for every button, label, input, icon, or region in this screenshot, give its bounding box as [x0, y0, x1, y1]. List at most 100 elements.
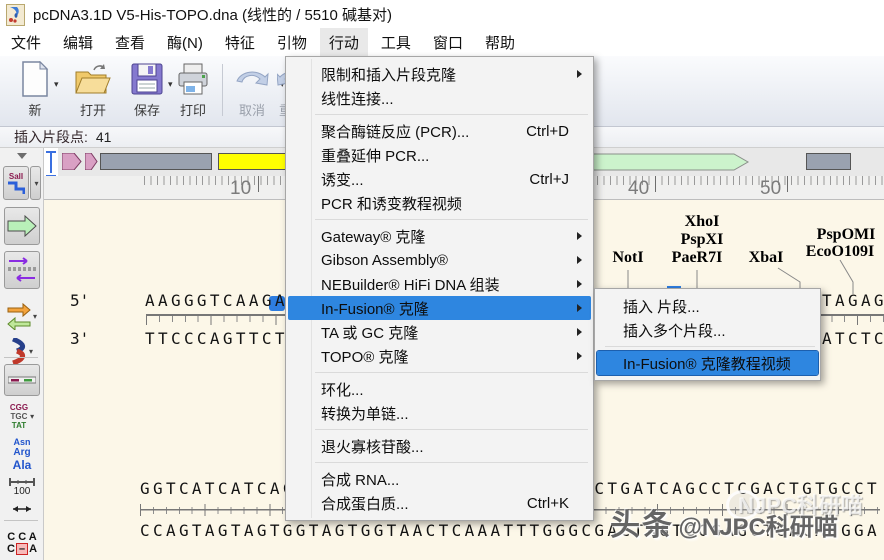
- menu-item-pcr-tutorial-videos[interactable]: PCR 和诱变教程视频: [288, 191, 591, 215]
- menu-item-circularize[interactable]: 环化...: [288, 377, 591, 401]
- menu-primers[interactable]: 引物: [268, 28, 316, 57]
- codon-line-2: TGC: [10, 412, 28, 421]
- translation-tool-button[interactable]: ▾: [0, 298, 44, 334]
- ruler-label-10: 10: [230, 178, 251, 200]
- features-tool-button[interactable]: [0, 206, 44, 246]
- menu-separator: [315, 114, 588, 115]
- menu-help[interactable]: 帮助: [476, 28, 524, 57]
- menu-features[interactable]: 特征: [216, 28, 264, 57]
- menu-item-linear-ligation[interactable]: 线性连接...: [288, 86, 591, 110]
- primers-tool-button[interactable]: [0, 250, 44, 290]
- mismatch-box: –: [16, 543, 28, 555]
- menu-edit[interactable]: 编辑: [54, 28, 102, 57]
- menu-item-mutagenesis[interactable]: 诱变... Ctrl+J: [288, 167, 591, 191]
- menu-item-label: TA 或 GC 克隆: [321, 322, 418, 343]
- menu-item-label: 插入多个片段...: [623, 320, 726, 341]
- primers-icon: [7, 257, 37, 283]
- undo-arrow-icon: [233, 59, 271, 99]
- top-strand-left[interactable]: AAGGGTCAAGA: [145, 291, 288, 310]
- menu-item-synthesize-protein[interactable]: 合成蛋白质... Ctrl+K: [288, 491, 591, 515]
- feature-pink-arrow-1[interactable]: [62, 153, 82, 170]
- save-floppy-icon: [130, 59, 164, 99]
- menu-tools[interactable]: 工具: [372, 28, 420, 57]
- submenu-item-insert-multiple-fragments[interactable]: 插入多个片段...: [597, 318, 818, 342]
- feature-gray-box-1[interactable]: [100, 153, 212, 170]
- save-button[interactable]: ▾ 保存: [122, 59, 172, 123]
- print-icon: [176, 59, 210, 99]
- collapse-toolbar-button[interactable]: [0, 150, 44, 162]
- feature-pink-arrow-2[interactable]: [85, 153, 98, 170]
- menu-item-shortcut: Ctrl+J: [529, 171, 569, 188]
- menu-file[interactable]: 文件: [2, 28, 50, 57]
- translation-caret-icon[interactable]: ▾: [33, 312, 37, 321]
- ruler-major-tick-40: [655, 176, 656, 192]
- new-document-icon: [20, 59, 50, 99]
- menu-item-gibson-assembly[interactable]: Gibson Assembly®: [288, 248, 591, 272]
- alignment-tool-button[interactable]: [0, 362, 44, 398]
- mismatch-tool-button[interactable]: C C A C – A: [0, 526, 44, 560]
- open-folder-icon: [74, 59, 112, 99]
- menu-item-synthesize-rna[interactable]: 合成 RNA...: [288, 467, 591, 491]
- submenu-arrow-icon: [577, 328, 582, 336]
- menu-item-topo-cloning[interactable]: TOPO® 克隆: [288, 344, 591, 368]
- submenu-item-infusion-tutorial-video[interactable]: In-Fusion® 克隆教程视频: [597, 351, 818, 375]
- orf-tool-button[interactable]: ▾: [0, 338, 44, 364]
- bottom-strand-right[interactable]: ATCTC: [822, 329, 884, 348]
- submenu-arrow-icon: [577, 70, 582, 78]
- menu-item-infusion-cloning[interactable]: In-Fusion® 克隆: [288, 296, 591, 320]
- menu-separator: [315, 219, 588, 220]
- aa-line-2: Arg: [13, 447, 32, 458]
- menu-item-overlap-extension-pcr[interactable]: 重叠延伸 PCR...: [288, 143, 591, 167]
- menu-separator: [605, 346, 815, 347]
- undo-button-label: 取消: [239, 100, 265, 119]
- orf-caret-icon[interactable]: ▾: [29, 347, 33, 356]
- mismatch-left: C: [7, 543, 15, 555]
- menu-item-label: In-Fusion® 克隆教程视频: [623, 353, 791, 374]
- menu-enzymes[interactable]: 酶(N): [158, 28, 212, 57]
- enzyme-tool-button[interactable]: SalI ▾: [0, 164, 44, 202]
- menu-bar: 文件 编辑 查看 酶(N) 特征 引物 行动 工具 窗口 帮助: [0, 28, 884, 56]
- ruler-label-50: 50: [760, 178, 781, 200]
- ruler-major-tick-10: [258, 176, 259, 192]
- open-button[interactable]: ▾ 打开: [66, 59, 120, 123]
- submenu-arrow-icon: [577, 280, 582, 288]
- menu-item-nebuilder[interactable]: NEBuilder® HiFi DNA 组装: [288, 272, 591, 296]
- actions-dropdown-menu: 限制和插入片段克隆 线性连接... 聚合酶链反应 (PCR)... Ctrl+D…: [285, 56, 594, 521]
- menu-item-gateway-cloning[interactable]: Gateway® 克隆: [288, 224, 591, 248]
- menu-separator: [315, 372, 588, 373]
- ruler-icon: [9, 478, 35, 486]
- insertion-point-value: 41: [96, 129, 112, 145]
- menu-actions[interactable]: 行动: [320, 28, 368, 57]
- menu-separator: [315, 429, 588, 430]
- three-prime-label: 3': [70, 329, 89, 348]
- ruler-tool-button[interactable]: 100: [0, 474, 44, 500]
- print-button-label: 打印: [180, 100, 206, 119]
- enzyme-tool-caret[interactable]: ▾: [30, 166, 41, 200]
- menu-item-anneal-oligos[interactable]: 退火寡核苷酸...: [288, 434, 591, 458]
- menu-item-ta-gc-cloning[interactable]: TA 或 GC 克隆: [288, 320, 591, 344]
- new-dropdown-caret-icon[interactable]: ▾: [54, 79, 59, 90]
- menu-item-restriction-cloning[interactable]: 限制和插入片段克隆: [288, 62, 591, 86]
- lower-bottom-strand[interactable]: CCAGTAGTAGTGGTAGTGGTAACTCAAATTTGGGCGACTA…: [140, 521, 880, 540]
- orf-curve-icon: [11, 338, 27, 364]
- menu-item-label: 插入 片段...: [623, 296, 700, 317]
- menu-view[interactable]: 查看: [106, 28, 154, 57]
- amino-acids-tool-button[interactable]: Asn Arg Ala: [0, 436, 44, 472]
- new-button[interactable]: ▾ 新: [10, 59, 60, 123]
- menu-item-pcr[interactable]: 聚合酶链反应 (PCR)... Ctrl+D: [288, 119, 591, 143]
- codon-line-3: TAT: [10, 421, 28, 430]
- five-prime-label: 5': [70, 291, 89, 310]
- top-strand-right[interactable]: TAGAG: [822, 291, 884, 310]
- menu-item-label: Gibson Assembly®: [321, 252, 448, 269]
- feature-gray-box-2[interactable]: [806, 153, 851, 170]
- bottom-strand-left[interactable]: TTCCCAGTTCT: [145, 329, 288, 348]
- menu-window[interactable]: 窗口: [424, 28, 472, 57]
- codons-tool-button[interactable]: CGG TGC TAT ▾: [0, 400, 44, 432]
- expand-tool-button[interactable]: [0, 502, 44, 516]
- menu-item-convert-single-strand[interactable]: 转换为单链...: [288, 401, 591, 425]
- codons-caret-icon[interactable]: ▾: [30, 412, 34, 421]
- submenu-item-insert-fragment[interactable]: 插入 片段...: [597, 294, 818, 318]
- print-button[interactable]: 打印: [170, 59, 216, 123]
- aa-line-1: Asn: [13, 437, 32, 447]
- undo-button[interactable]: 取消: [228, 59, 276, 123]
